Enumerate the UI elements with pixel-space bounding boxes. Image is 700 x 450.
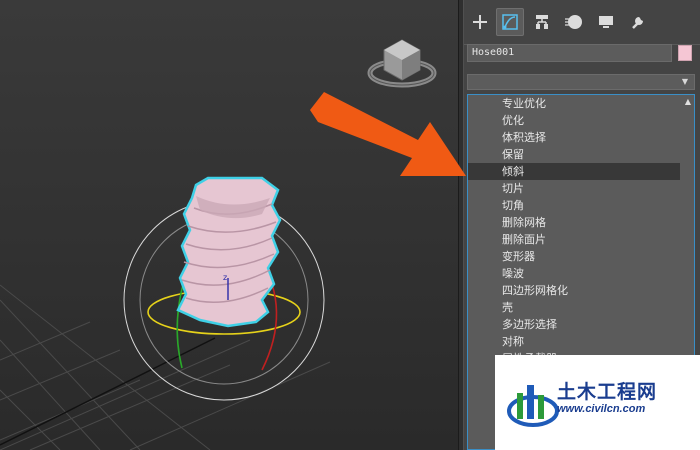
watermark-url: www.civilcn.com [557, 403, 646, 415]
modifier-list-item[interactable]: 保留 [468, 146, 680, 163]
hierarchy-icon[interactable] [528, 8, 556, 36]
modifier-list-item[interactable]: 多边形选择 [468, 316, 680, 333]
modifier-list-item[interactable]: 优化 [468, 112, 680, 129]
modifier-list-item[interactable]: 删除网格 [468, 214, 680, 231]
plus-icon[interactable] [466, 8, 494, 36]
modifier-list-item[interactable]: 切片 [468, 180, 680, 197]
chevron-up-icon[interactable]: ▲ [685, 97, 691, 106]
modifier-list-item[interactable]: 体积选择 [468, 129, 680, 146]
modifier-list-item[interactable]: 变形器 [468, 248, 680, 265]
modifier-list-item[interactable]: 专业优化 [468, 95, 680, 112]
perspective-viewport[interactable]: z [0, 0, 458, 450]
motion-sphere-icon[interactable] [560, 8, 588, 36]
modifier-list-dropdown[interactable]: ▼ [467, 74, 695, 90]
watermark-title: 土木工程网 [557, 381, 658, 403]
hose-object[interactable]: z [176, 176, 282, 328]
modifier-list-item[interactable]: 对称 [468, 333, 680, 350]
modifier-list-item[interactable]: 删除面片 [468, 231, 680, 248]
modifier-list-item[interactable]: 四边形网格化 [468, 282, 680, 299]
modifier-list-item[interactable]: 切角 [468, 197, 680, 214]
svg-text:z: z [223, 273, 227, 282]
object-color-swatch[interactable] [678, 45, 692, 61]
chevron-down-icon: ▼ [681, 77, 688, 86]
command-panel-tabs [464, 8, 700, 45]
civilcn-logo-icon [507, 385, 559, 427]
modifier-list-item[interactable]: 噪波 [468, 265, 680, 282]
watermark: 土木工程网 www.civilcn.com [495, 355, 700, 450]
wrench-icon[interactable] [624, 8, 652, 36]
viewcube-icon[interactable] [367, 39, 437, 88]
ground-grid [0, 284, 331, 450]
orange-arrow-icon [310, 92, 466, 176]
modifier-list-item[interactable]: 倾斜 [468, 163, 680, 180]
display-monitor-icon[interactable] [592, 8, 620, 36]
modify-curve-icon[interactable] [496, 8, 524, 36]
object-name-field[interactable]: Hose001 [467, 44, 672, 62]
viewport-scene: z [0, 39, 437, 450]
modifier-list-item[interactable]: 壳 [468, 299, 680, 316]
